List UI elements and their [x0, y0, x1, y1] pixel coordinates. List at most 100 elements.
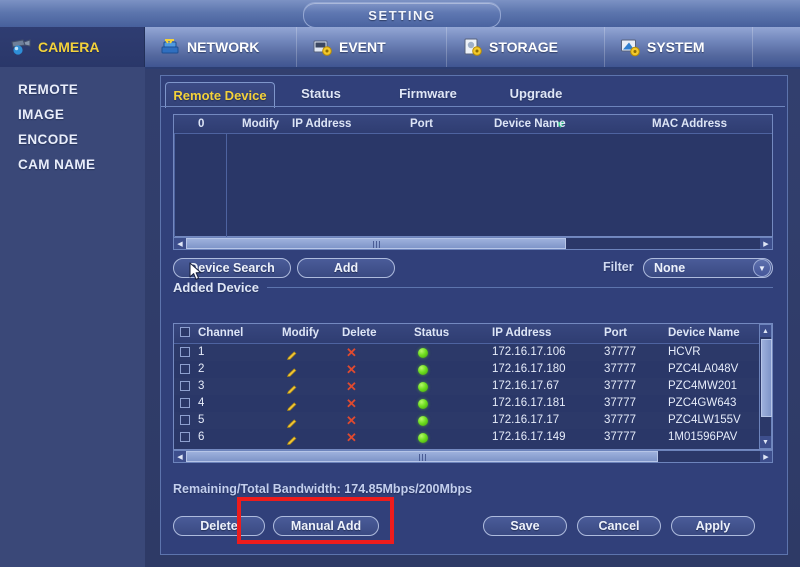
- table-row[interactable]: 1 ✕ 172.16.17.106 37777 HCVR: [174, 344, 772, 361]
- cell-device-name: PZC4MW201: [668, 380, 738, 392]
- menu-item-event[interactable]: EVENT: [297, 27, 447, 67]
- tab-upgrade-label: Upgrade: [509, 86, 563, 101]
- vscroll-thumb[interactable]: [761, 339, 772, 417]
- hscroll-thumb[interactable]: [186, 451, 658, 462]
- apply-button[interactable]: Apply: [671, 516, 755, 536]
- cell-channel: 4: [198, 397, 205, 409]
- sidebar-item-remote-label: REMOTE: [18, 82, 79, 97]
- sidebar-item-remote[interactable]: REMOTE: [0, 77, 145, 102]
- menu-item-camera-label: CAMERA: [38, 39, 100, 55]
- hscroll-grip: [373, 241, 380, 248]
- camera-icon: [10, 37, 32, 57]
- tab-firmware[interactable]: Firmware: [383, 82, 473, 106]
- search-col-port[interactable]: Port: [410, 115, 433, 133]
- menu-item-network[interactable]: NETWORK: [145, 27, 297, 67]
- added-col-delete[interactable]: Delete: [342, 324, 377, 343]
- cell-device-name: HCVR: [668, 346, 701, 358]
- row-checkbox[interactable]: [180, 398, 190, 408]
- search-col-modify[interactable]: Modify: [242, 115, 279, 133]
- table-row[interactable]: 6 ✕ 172.16.17.149 37777 1M01596PAV: [174, 429, 772, 446]
- pencil-icon[interactable]: [286, 365, 297, 377]
- row-checkbox[interactable]: [180, 415, 190, 425]
- x-icon[interactable]: ✕: [346, 431, 357, 444]
- add-button[interactable]: Add: [297, 258, 395, 278]
- scroll-down-icon[interactable]: ▼: [760, 436, 771, 448]
- cancel-button[interactable]: Cancel: [577, 516, 661, 536]
- network-icon: [159, 37, 181, 57]
- cell-channel: 5: [198, 414, 205, 426]
- search-col-ip-address[interactable]: IP Address: [292, 115, 351, 133]
- pencil-icon[interactable]: [286, 433, 297, 445]
- table-row[interactable]: 4 ✕ 172.16.17.181 37777 PZC4GW643: [174, 395, 772, 412]
- hscroll-thumb[interactable]: [186, 238, 566, 249]
- filter-select-value: None: [654, 261, 686, 275]
- cell-port: 37777: [604, 346, 636, 358]
- search-col-device-name[interactable]: Device Name: [494, 115, 566, 133]
- cell-port: 37777: [604, 397, 636, 409]
- x-icon[interactable]: ✕: [346, 397, 357, 410]
- added-device-vscrollbar[interactable]: ▲ ▼: [759, 324, 772, 449]
- bandwidth-status: Remaining/Total Bandwidth: 174.85Mbps/20…: [173, 482, 473, 496]
- scroll-right-icon[interactable]: ▶: [760, 238, 772, 249]
- cell-ip-address: 172.16.17.17: [492, 414, 560, 426]
- filter-select[interactable]: None ▼: [643, 258, 773, 278]
- pencil-icon[interactable]: [286, 382, 297, 394]
- added-col-device-name[interactable]: Device Name: [668, 324, 740, 343]
- menu-item-storage-label: STORAGE: [489, 39, 558, 55]
- x-icon[interactable]: ✕: [346, 363, 357, 376]
- scroll-right-icon[interactable]: ▶: [760, 451, 772, 462]
- added-col-modify[interactable]: Modify: [282, 324, 319, 343]
- cell-channel: 6: [198, 431, 205, 443]
- x-icon[interactable]: ✕: [346, 380, 357, 393]
- scroll-left-icon[interactable]: ◀: [174, 238, 186, 249]
- cell-channel: 1: [198, 346, 205, 358]
- sidebar-item-image[interactable]: IMAGE: [0, 102, 145, 127]
- added-device-hscrollbar[interactable]: ◀ ▶: [173, 450, 773, 463]
- cell-ip-address: 172.16.17.106: [492, 346, 566, 358]
- added-col-ip-address[interactable]: IP Address: [492, 324, 551, 343]
- row-checkbox[interactable]: [180, 381, 190, 391]
- row-checkbox[interactable]: [180, 364, 190, 374]
- table-row[interactable]: 3 ✕ 172.16.17.67 37777 PZC4MW201: [174, 378, 772, 395]
- added-device-header-row: Channel Modify Delete Status IP Address …: [174, 324, 772, 344]
- tab-remote-device[interactable]: Remote Device: [165, 82, 275, 108]
- pencil-icon[interactable]: [286, 399, 297, 411]
- added-col-channel[interactable]: Channel: [198, 324, 243, 343]
- section-divider: [266, 287, 773, 288]
- sidebar-item-image-label: IMAGE: [18, 107, 65, 122]
- sidebar-item-encode[interactable]: ENCODE: [0, 127, 145, 152]
- search-results-hscrollbar[interactable]: ◀ ▶: [173, 237, 773, 250]
- added-col-port[interactable]: Port: [604, 324, 627, 343]
- cell-ip-address: 172.16.17.149: [492, 431, 566, 443]
- system-icon: [619, 37, 641, 57]
- sidebar-item-cam-name[interactable]: CAM NAME: [0, 152, 145, 177]
- search-col-mac-address[interactable]: MAC Address: [652, 115, 727, 133]
- row-checkbox[interactable]: [180, 347, 190, 357]
- cell-port: 37777: [604, 414, 636, 426]
- tab-upgrade[interactable]: Upgrade: [491, 82, 581, 106]
- hscroll-track[interactable]: [186, 238, 760, 249]
- x-icon[interactable]: ✕: [346, 346, 357, 359]
- menu-item-system[interactable]: SYSTEM: [605, 27, 753, 67]
- status-badge: [418, 365, 428, 375]
- title-bar: SETTING: [0, 0, 800, 28]
- scroll-up-icon[interactable]: ▲: [760, 325, 771, 337]
- tab-status[interactable]: Status: [281, 82, 361, 106]
- menu-item-storage[interactable]: STORAGE: [447, 27, 605, 67]
- table-row[interactable]: 5 ✕ 172.16.17.17 37777 PZC4LW155V: [174, 412, 772, 429]
- added-col-status[interactable]: Status: [414, 324, 449, 343]
- row-checkbox[interactable]: [180, 432, 190, 442]
- menu-item-camera[interactable]: CAMERA: [0, 27, 145, 67]
- table-row[interactable]: 2 ✕ 172.16.17.180 37777 PZC4LA048V: [174, 361, 772, 378]
- hscroll-track[interactable]: [186, 451, 760, 462]
- search-col-index[interactable]: 0: [198, 115, 204, 133]
- save-button[interactable]: Save: [483, 516, 567, 536]
- sidebar-item-cam-name-label: CAM NAME: [18, 157, 96, 172]
- scroll-left-icon[interactable]: ◀: [174, 451, 186, 462]
- chevron-down-icon[interactable]: ▼: [753, 259, 771, 277]
- x-icon[interactable]: ✕: [346, 414, 357, 427]
- select-all-checkbox[interactable]: [180, 327, 190, 337]
- cell-ip-address: 172.16.17.180: [492, 363, 566, 375]
- pencil-icon[interactable]: [286, 348, 297, 360]
- pencil-icon[interactable]: [286, 416, 297, 428]
